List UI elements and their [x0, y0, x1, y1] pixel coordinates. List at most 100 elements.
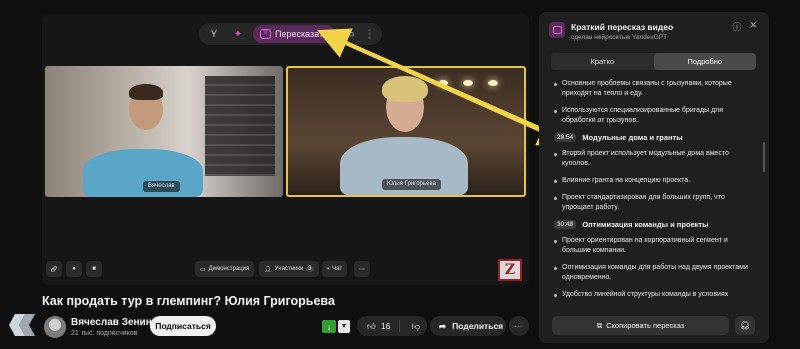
- lamp: [463, 80, 473, 86]
- panel-tools: ⓘ ✕: [732, 20, 757, 33]
- participant-name-2: Юлия Григорьева: [382, 179, 441, 190]
- participant-video-1: Вячеслав: [45, 66, 283, 197]
- person-hair: [382, 76, 428, 102]
- bullet-icon: [554, 294, 557, 297]
- mic-button[interactable]: ●: [66, 261, 82, 277]
- panel-title: Краткий пересказ видео: [571, 22, 674, 32]
- player-toolbar: Y ✦ ≡ Пересказать ▭ ⋮: [199, 23, 382, 45]
- summary-item: Второй проект использует модульные дома …: [554, 149, 754, 169]
- camera-button[interactable]: ■: [86, 261, 102, 277]
- download-button[interactable]: ↓: [322, 320, 336, 333]
- participant-video-2-active: Юлия Григорьева: [286, 66, 526, 197]
- bullet-icon: [554, 240, 557, 243]
- summary-item: Оптимизация команды для работы над двумя…: [554, 263, 754, 283]
- video-title: Как продать тур в глемпинг? Юлия Григорь…: [42, 294, 335, 308]
- summary-item-text: Влияние гранта на концепцию проекта.: [562, 177, 691, 184]
- video-player[interactable]: Y ✦ ≡ Пересказать ▭ ⋮ Вячеслав Юлия Григ…: [42, 14, 529, 285]
- person-hair: [129, 84, 163, 100]
- headphones-icon: 🎧︎: [739, 321, 751, 330]
- more-icon: ⋯: [359, 266, 365, 273]
- channel-watermark: Z: [498, 259, 522, 281]
- tab-detailed[interactable]: Подробно: [653, 53, 756, 70]
- divider: [399, 320, 401, 332]
- timestamp-badge[interactable]: 28:54: [554, 133, 577, 142]
- listen-button[interactable]: 🎧︎: [735, 316, 755, 335]
- subscribe-button[interactable]: Подписаться: [150, 316, 216, 336]
- summary-item-text: Используются специализированные бригады …: [562, 107, 724, 124]
- mic-icon: ●: [72, 266, 76, 272]
- summary-item-text: Проект ориентирован на корпоративный сег…: [562, 237, 728, 254]
- timestamp-badge[interactable]: 30:48: [554, 220, 577, 229]
- info-icon[interactable]: ⓘ: [732, 20, 741, 33]
- copy-summary-button[interactable]: ⧉ Скопировать пересказ: [552, 316, 729, 335]
- demo-label: Демонстрация: [208, 266, 250, 272]
- chat-label: Чат: [332, 266, 343, 272]
- dislike-icon[interactable]: 👎︎: [411, 321, 420, 332]
- share-label: Поделиться: [452, 321, 504, 331]
- summary-item: Используются специализированные бригады …: [554, 106, 754, 126]
- more-options-icon[interactable]: ⋮: [365, 29, 376, 40]
- close-icon[interactable]: ✕: [749, 20, 757, 33]
- participants-button[interactable]: 👤︎ Участники 3: [259, 261, 319, 277]
- link-button[interactable]: 🔗︎: [46, 261, 62, 277]
- more-actions-button[interactable]: ⋯: [509, 316, 529, 336]
- share-button[interactable]: ➦ Поделиться: [430, 316, 506, 336]
- yandex-icon[interactable]: Y: [205, 25, 223, 43]
- like-icon[interactable]: 👍︎: [367, 321, 376, 332]
- like-count[interactable]: 16: [381, 321, 390, 331]
- copy-icon: ⧉: [596, 320, 603, 330]
- sparkle-icon[interactable]: ✦: [229, 25, 247, 43]
- tab-brief[interactable]: Кратко: [551, 53, 654, 70]
- link-icon: 🔗︎: [50, 266, 58, 273]
- bullet-icon: [554, 110, 557, 113]
- channel-logo-icon: [9, 314, 35, 336]
- bullet-icon: [554, 267, 557, 270]
- demo-button[interactable]: ▭ Демонстрация: [195, 261, 255, 277]
- summarize-button[interactable]: ≡ Пересказать: [253, 25, 335, 43]
- panel-subtitle: сделан нейросетью YandexGPT: [571, 34, 667, 41]
- summary-section-header[interactable]: 28:54 Модульные дома и гранты: [554, 133, 754, 142]
- copy-label: Скопировать пересказ: [606, 321, 685, 330]
- summary-item: Проект стандартизирован для больших груп…: [554, 193, 754, 213]
- summary-item-text: Удобство линейной структуры команды в ус…: [562, 291, 729, 298]
- bullet-icon: [554, 83, 557, 86]
- participants-label: Участники: [274, 266, 304, 272]
- summary-item: Основные проблемы связаны с грызунами, к…: [554, 79, 754, 99]
- section-title: Оптимизация команды и проекты: [582, 220, 709, 229]
- channel-name[interactable]: Вячеслав Зенин: [71, 317, 152, 328]
- users-icon: 👤︎: [264, 266, 272, 273]
- subscriber-count: 21 тыс. подписчиков: [71, 330, 138, 337]
- lamp: [488, 80, 498, 86]
- camera-icon: ■: [92, 266, 96, 272]
- summary-panel: Краткий пересказ видео сделан нейросетью…: [539, 12, 769, 343]
- channel-avatar[interactable]: [44, 316, 66, 338]
- summary-item-text: Второй проект использует модульные дома …: [562, 150, 729, 167]
- window-icon[interactable]: ▭: [341, 25, 359, 43]
- chat-button[interactable]: ▪ Чат: [322, 261, 348, 277]
- summary-item: Влияние гранта на концепцию проекта.: [554, 176, 754, 186]
- participants-count: 3: [306, 266, 314, 272]
- share-icon: ➦: [439, 320, 447, 331]
- summary-item: Удобство линейной структуры команды в ус…: [554, 290, 754, 300]
- like-dislike-group: 👍︎ 16 👎︎: [357, 316, 427, 336]
- bullet-icon: [554, 153, 557, 156]
- download-options-button[interactable]: ▼: [338, 320, 350, 333]
- section-title: Модульные дома и гранты: [582, 133, 683, 142]
- chat-icon: ▪: [327, 266, 330, 272]
- summary-item: Проект ориентирован на корпоративный сег…: [554, 236, 754, 256]
- panel-header: Краткий пересказ видео сделан нейросетью…: [549, 22, 673, 41]
- summary-item-text: Основные проблемы связаны с грызунами, к…: [562, 80, 732, 97]
- shelf: [205, 76, 275, 176]
- more-icon: ⋯: [514, 320, 524, 331]
- lamp: [438, 80, 448, 86]
- scrollbar[interactable]: [763, 142, 765, 172]
- summarize-label: Пересказать: [275, 29, 328, 39]
- summary-icon: [549, 22, 565, 38]
- more-button[interactable]: ⋯: [354, 261, 370, 277]
- summary-item-text: Оптимизация команды для работы над двумя…: [562, 264, 748, 281]
- summary-section-header[interactable]: 30:48 Оптимизация команды и проекты: [554, 220, 754, 229]
- summary-tabs: Кратко Подробно: [551, 53, 756, 70]
- bullet-icon: [554, 197, 557, 200]
- participant-name-1: Вячеслав: [143, 181, 180, 192]
- summary-content[interactable]: Основные проблемы связаны с грызунами, к…: [554, 79, 754, 311]
